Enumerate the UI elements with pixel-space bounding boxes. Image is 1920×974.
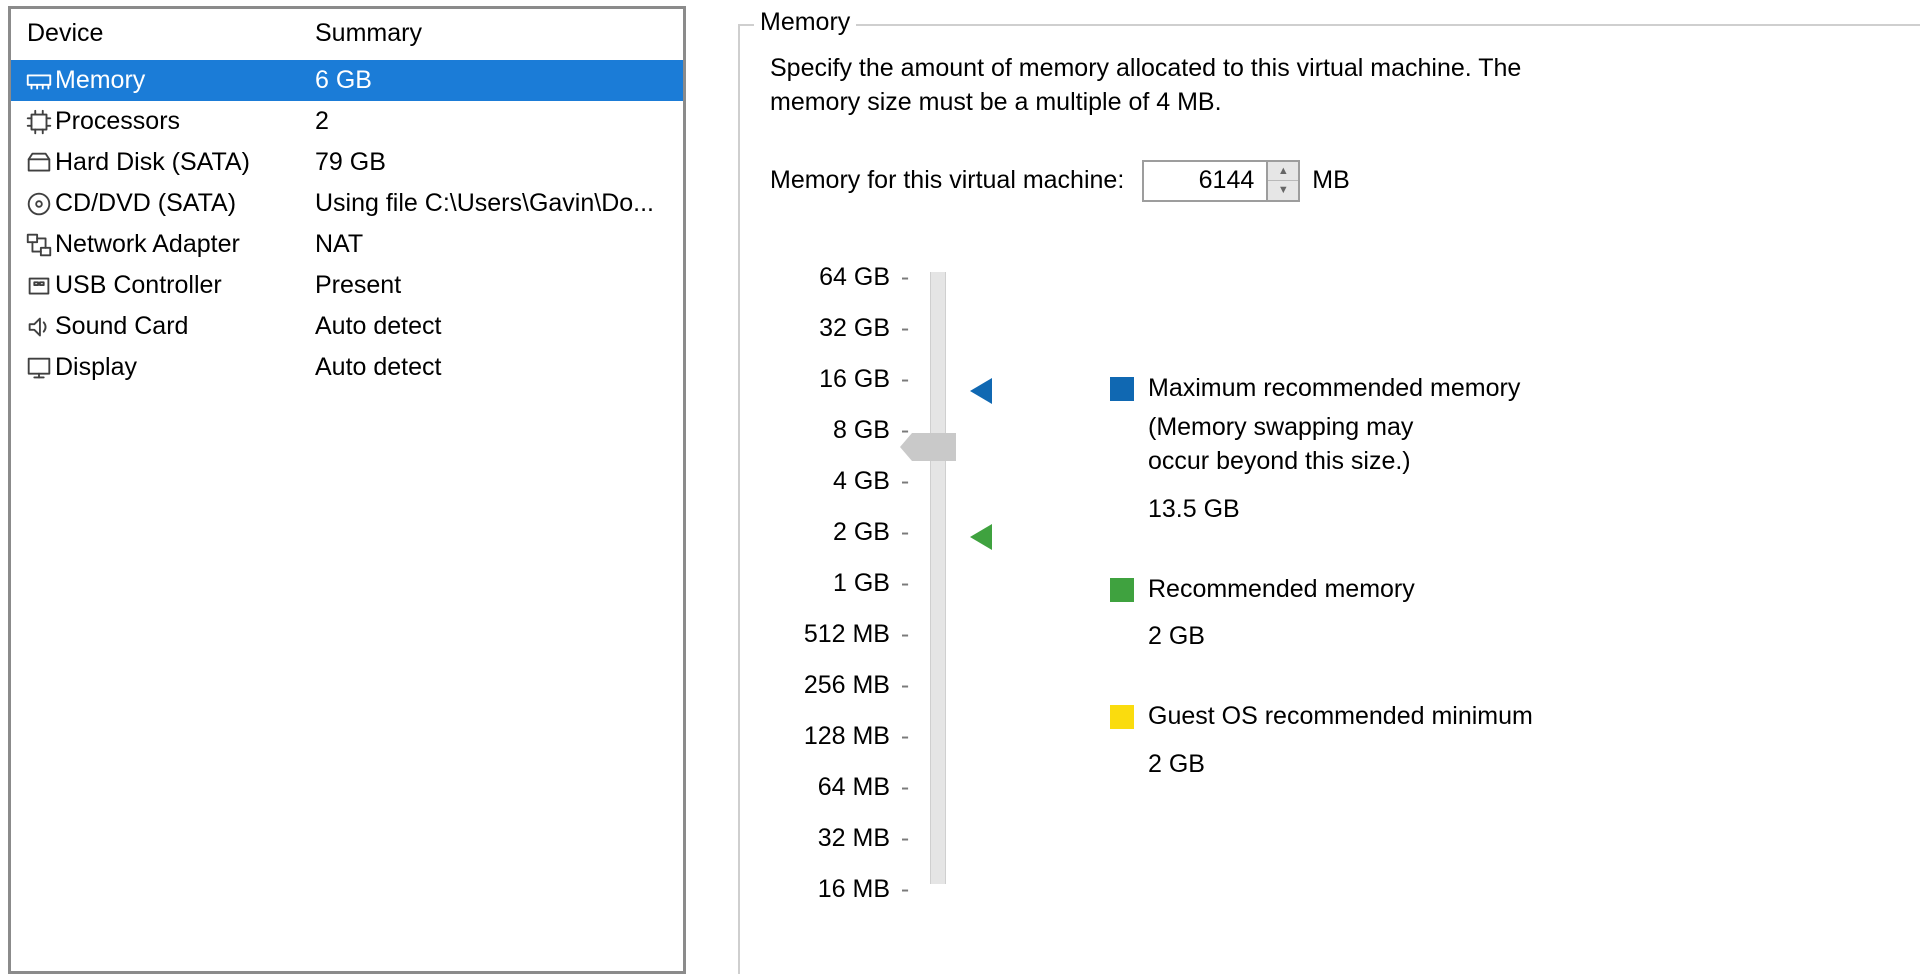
device-summary: NAT (315, 230, 683, 259)
disk-icon (23, 147, 55, 179)
slider-track[interactable] (930, 272, 946, 884)
legend-max-recommended: Maximum recommended memory (Memory swapp… (1110, 372, 1900, 527)
slider-tick-dash: - (890, 864, 920, 915)
device-summary: Present (315, 271, 683, 300)
device-summary: 6 GB (315, 66, 683, 95)
memory-spinner[interactable]: ▲ ▼ (1142, 160, 1300, 202)
slider-tick-dash: - (890, 813, 920, 864)
legend-max-value: 13.5 GB (1148, 493, 1520, 527)
device-name: CD/DVD (SATA) (55, 189, 315, 218)
device-row-display[interactable]: DisplayAuto detect (11, 347, 683, 388)
slider-tick-label: 32 MB (770, 813, 890, 864)
device-summary: Using file C:\Users\Gavin\Do... (315, 189, 683, 218)
device-row-disk[interactable]: Hard Disk (SATA)79 GB (11, 142, 683, 183)
legend-max-sub2: occur beyond this size.) (1148, 445, 1520, 479)
slider-tick-dash: - (890, 252, 920, 303)
memory-icon (23, 65, 55, 97)
device-summary: 2 (315, 107, 683, 136)
spinner-down-button[interactable]: ▼ (1268, 181, 1298, 200)
slider-tick-label: 128 MB (770, 711, 890, 762)
device-summary: Auto detect (315, 312, 683, 341)
device-name: Display (55, 353, 315, 382)
slider-tick-label: 16 MB (770, 864, 890, 915)
memory-unit: MB (1312, 166, 1350, 195)
cpu-icon (23, 106, 55, 138)
slider-tick-dash: - (890, 660, 920, 711)
device-list-panel: Device Summary Memory6 GBProcessors2Hard… (8, 6, 686, 974)
slider-tick-dash: - (890, 303, 920, 354)
device-name: Processors (55, 107, 315, 136)
slider-tick-label: 4 GB (770, 456, 890, 507)
legend-swatch-blue-icon (1110, 377, 1134, 401)
device-name: Hard Disk (SATA) (55, 148, 315, 177)
device-name: Network Adapter (55, 230, 315, 259)
legend-recommended: Recommended memory 2 GB (1110, 573, 1900, 655)
groupbox-title: Memory (754, 8, 856, 37)
column-header-device: Device (27, 19, 315, 48)
device-row-usb[interactable]: USB ControllerPresent (11, 265, 683, 306)
device-summary: Auto detect (315, 353, 683, 382)
usb-icon (23, 270, 55, 302)
memory-description: Specify the amount of memory allocated t… (770, 52, 1540, 120)
slider-tick-dashes: ------------- (890, 252, 920, 915)
slider-thumb[interactable] (912, 433, 956, 461)
legend-min-title: Guest OS recommended minimum (1148, 700, 1533, 734)
slider-tick-dash: - (890, 558, 920, 609)
slider-tick-dash: - (890, 456, 920, 507)
device-summary: 79 GB (315, 148, 683, 177)
legend-rec-title: Recommended memory (1148, 573, 1415, 607)
spinner-up-button[interactable]: ▲ (1268, 162, 1298, 182)
slider-tick-dash: - (890, 507, 920, 558)
legend-rec-value: 2 GB (1148, 620, 1415, 654)
legend-max-sub1: (Memory swapping may (1148, 411, 1520, 445)
column-header-summary: Summary (315, 19, 683, 48)
slider-tick-label: 32 GB (770, 303, 890, 354)
legend-max-title: Maximum recommended memory (1148, 372, 1520, 406)
slider-tick-dash: - (890, 609, 920, 660)
device-row-sound[interactable]: Sound CardAuto detect (11, 306, 683, 347)
display-icon (23, 352, 55, 384)
slider-tick-label: 512 MB (770, 609, 890, 660)
device-name: USB Controller (55, 271, 315, 300)
legend-min-value: 2 GB (1148, 748, 1533, 782)
device-row-memory[interactable]: Memory6 GB (11, 60, 683, 101)
slider-tick-label: 16 GB (770, 354, 890, 405)
device-name: Memory (55, 66, 315, 95)
slider-tick-dash: - (890, 762, 920, 813)
device-name: Sound Card (55, 312, 315, 341)
memory-input[interactable] (1142, 160, 1268, 202)
memory-groupbox: Memory Specify the amount of memory allo… (738, 24, 1920, 974)
legend-swatch-green-icon (1110, 578, 1134, 602)
recommended-marker-icon (970, 524, 992, 550)
slider-tick-label: 1 GB (770, 558, 890, 609)
device-list-header: Device Summary (11, 9, 683, 60)
slider-tick-label: 64 MB (770, 762, 890, 813)
legend-guest-minimum: Guest OS recommended minimum 2 GB (1110, 700, 1900, 782)
slider-tick-dash: - (890, 711, 920, 762)
device-row-cd[interactable]: CD/DVD (SATA)Using file C:\Users\Gavin\D… (11, 183, 683, 224)
cd-icon (23, 188, 55, 220)
legend-swatch-yellow-icon (1110, 705, 1134, 729)
max-recommended-marker-icon (970, 378, 992, 404)
slider-tick-label: 64 GB (770, 252, 890, 303)
slider-tick-dash: - (890, 354, 920, 405)
slider-tick-label: 256 MB (770, 660, 890, 711)
slider-tick-label: 8 GB (770, 405, 890, 456)
slider-tick-label: 2 GB (770, 507, 890, 558)
device-row-cpu[interactable]: Processors2 (11, 101, 683, 142)
memory-input-label: Memory for this virtual machine: (770, 166, 1124, 195)
network-icon (23, 229, 55, 261)
device-row-network[interactable]: Network AdapterNAT (11, 224, 683, 265)
sound-icon (23, 311, 55, 343)
slider-tick-labels: 64 GB32 GB16 GB8 GB4 GB2 GB1 GB512 MB256… (770, 252, 890, 915)
device-list: Memory6 GBProcessors2Hard Disk (SATA)79 … (11, 60, 683, 388)
